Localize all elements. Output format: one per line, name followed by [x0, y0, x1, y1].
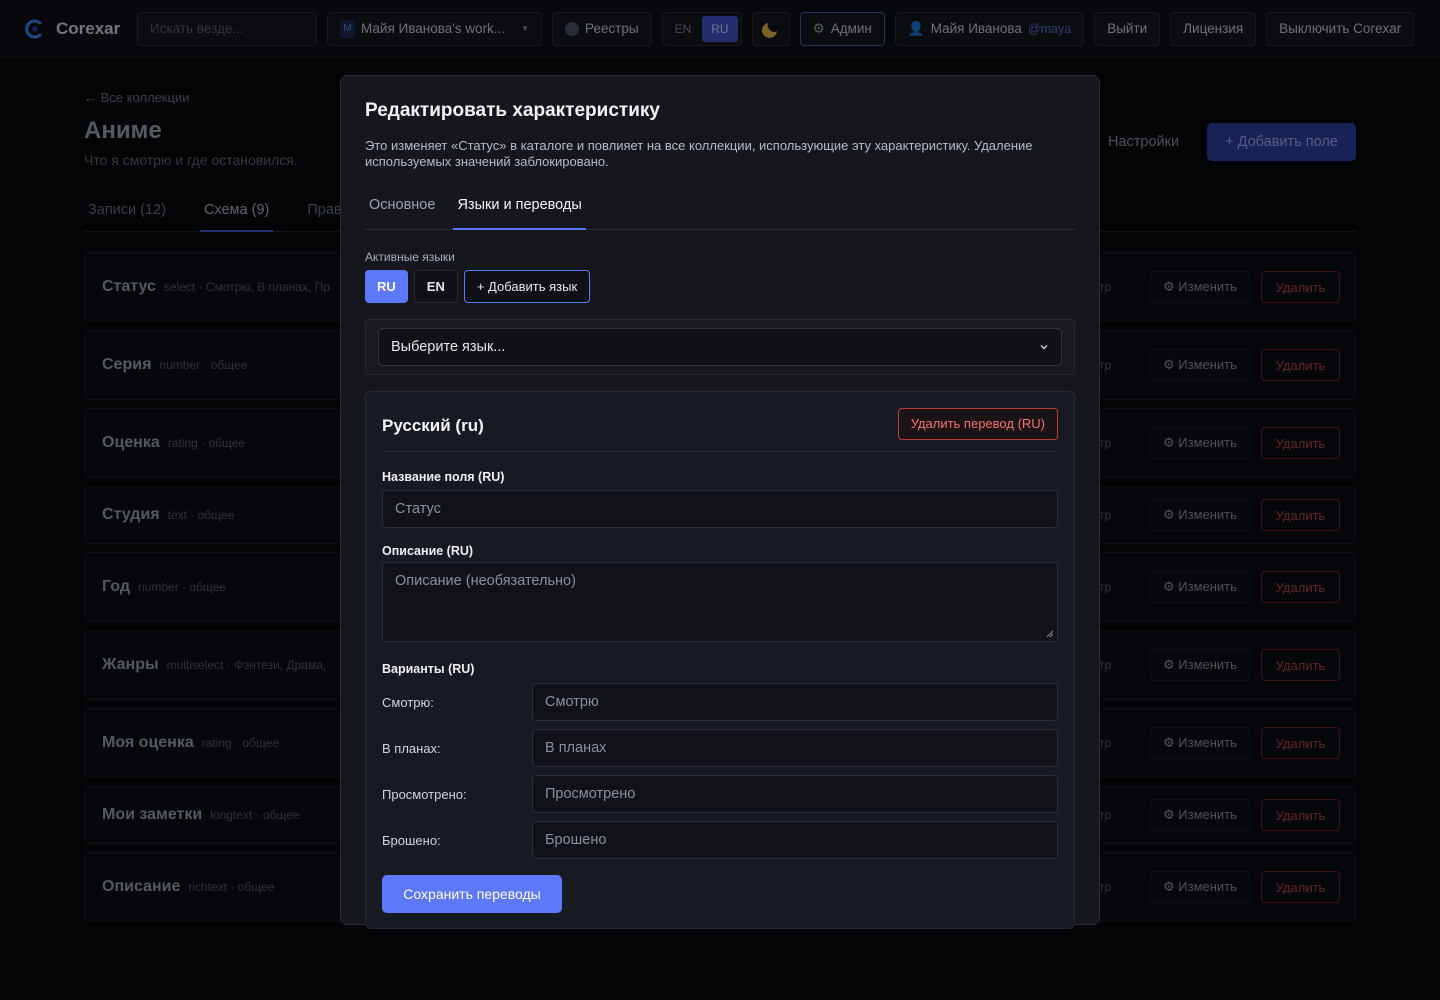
dialog-title: Редактировать характеристику	[365, 100, 660, 121]
option-input[interactable]: Смотрю	[532, 683, 1058, 721]
dialog-description: Это изменяет «Статус» в каталоге и повли…	[365, 138, 1033, 169]
option-row: В планах: В планах	[382, 729, 1058, 767]
language-select-placeholder: Выберите язык...	[391, 339, 506, 355]
active-languages: RU EN + Добавить язык	[365, 270, 1075, 303]
field-name-value: Статус	[395, 501, 441, 517]
lang-chip-en[interactable]: EN	[413, 270, 458, 303]
dialog-tabs: Основное Языки и переводы	[365, 190, 1075, 230]
language-select[interactable]: Выберите язык...	[378, 328, 1062, 366]
lang-chip-ru[interactable]: RU	[365, 270, 408, 303]
field-name-label: Название поля (RU)	[382, 470, 505, 484]
option-label: Смотрю:	[382, 694, 434, 710]
resize-grip-icon[interactable]	[1046, 630, 1054, 638]
description-textarea[interactable]: Описание (необязательно)	[382, 562, 1058, 642]
save-translations-button[interactable]: Сохранить переводы	[382, 875, 562, 913]
options-label: Варианты (RU)	[382, 662, 475, 676]
option-value: Просмотрено	[545, 786, 636, 802]
chevron-down-icon	[1040, 345, 1048, 350]
option-value: Смотрю	[545, 694, 599, 710]
delete-translation-button[interactable]: Удалить перевод (RU)	[897, 407, 1058, 440]
option-row: Просмотрено: Просмотрено	[382, 775, 1058, 813]
option-input[interactable]: Брошено	[532, 821, 1058, 859]
option-row: Брошено: Брошено	[382, 821, 1058, 859]
tab-languages[interactable]: Языки и переводы	[453, 190, 586, 230]
option-label: Просмотрено:	[382, 786, 467, 802]
option-row: Смотрю: Смотрю	[382, 683, 1058, 721]
option-label: В планах:	[382, 740, 441, 756]
edit-characteristic-dialog: Редактировать характеристику Это изменяе…	[340, 75, 1100, 929]
option-value: В планах	[545, 740, 607, 756]
language-select-panel: Выберите язык...	[365, 319, 1075, 375]
add-language-button[interactable]: + Добавить язык	[463, 270, 591, 303]
options-list: Смотрю: Смотрю В планах: В планах Просмо…	[382, 683, 1058, 859]
option-label: Брошено:	[382, 832, 441, 848]
option-input[interactable]: Просмотрено	[532, 775, 1058, 813]
active-languages-label: Активные языки	[365, 250, 455, 264]
tab-general[interactable]: Основное	[365, 190, 439, 230]
description-label: Описание (RU)	[382, 544, 474, 558]
field-name-input[interactable]: Статус	[382, 490, 1058, 528]
option-value: Брошено	[545, 832, 607, 848]
description-placeholder: Описание (необязательно)	[395, 573, 576, 589]
translation-title: Русский (ru)	[382, 415, 484, 435]
translation-card-header: Русский (ru) Удалить перевод (RU)	[382, 407, 1058, 452]
option-input[interactable]: В планах	[532, 729, 1058, 767]
translation-card-ru: Русский (ru) Удалить перевод (RU) Назван…	[365, 391, 1075, 929]
